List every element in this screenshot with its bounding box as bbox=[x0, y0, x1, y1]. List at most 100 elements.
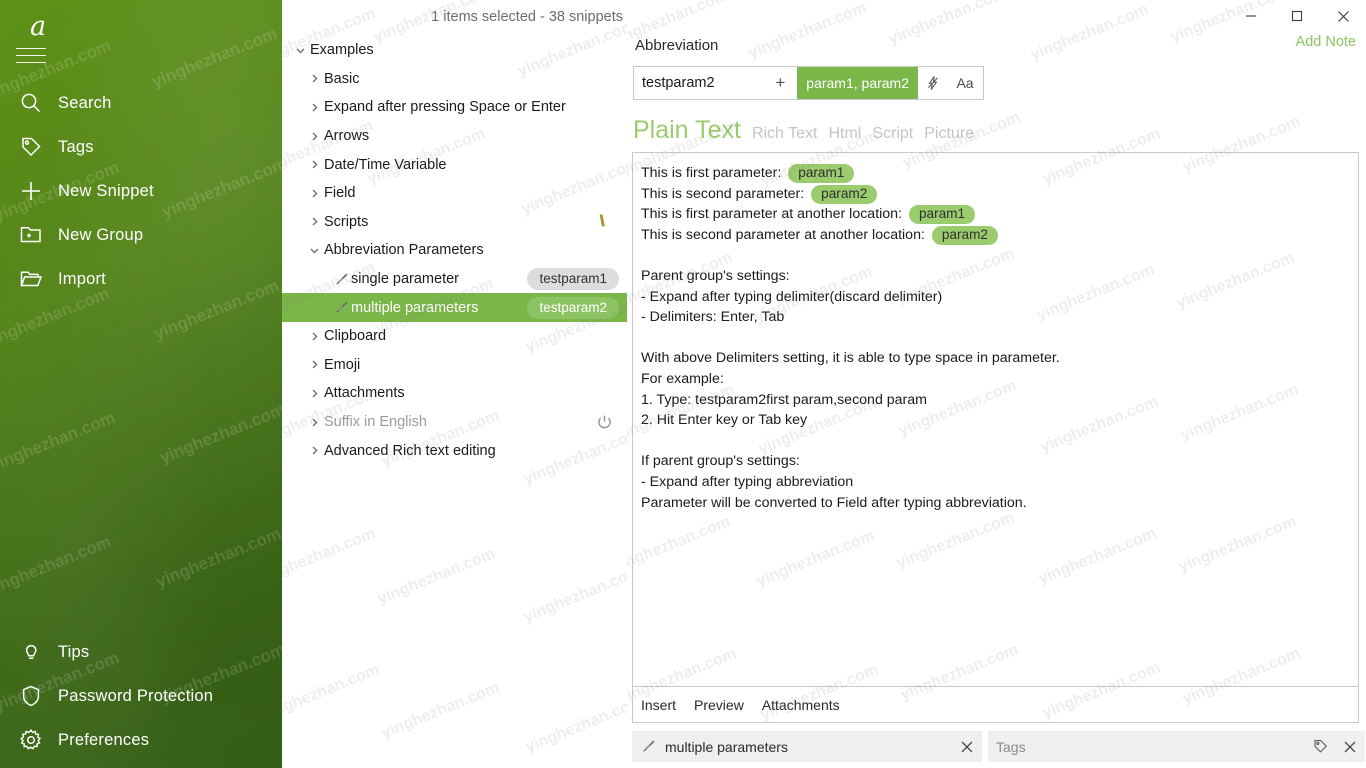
insert-button[interactable]: Insert bbox=[641, 697, 676, 713]
tree-row-emoji[interactable]: Emoji bbox=[282, 351, 627, 380]
tree-row-abbreviation-badge: testparam2 bbox=[527, 296, 619, 319]
power-icon[interactable] bbox=[596, 414, 613, 431]
chevron-right-icon[interactable] bbox=[304, 416, 324, 429]
abbreviation-params-chip[interactable]: param1, param2 bbox=[797, 67, 918, 99]
sidebar-item-tips[interactable]: Tips bbox=[0, 630, 282, 674]
tab-rich-text[interactable]: Rich Text bbox=[752, 125, 818, 143]
chevron-right-icon[interactable] bbox=[304, 358, 324, 371]
chevron-right-icon[interactable] bbox=[304, 215, 324, 228]
sidebar-item-password-protection[interactable]: Password Protection bbox=[0, 674, 282, 718]
maximize-button[interactable] bbox=[1274, 0, 1320, 32]
lightning-disabled-icon[interactable] bbox=[918, 67, 947, 99]
tree-row-label: Expand after pressing Space or Enter bbox=[324, 99, 566, 116]
hamburger-line bbox=[16, 62, 46, 63]
sidebar-item-tags[interactable]: Tags bbox=[0, 125, 282, 169]
sidebar: a Search Tags New Snippet New Group Impo… bbox=[0, 0, 282, 768]
editor-line: If parent group's settings: bbox=[641, 453, 800, 470]
snippet-name-field[interactable]: multiple parameters bbox=[632, 731, 982, 762]
content-type-tabs: Plain Text Rich Text Html Script Picture bbox=[633, 116, 974, 145]
tree-row-expand-after-space[interactable]: Expand after pressing Space or Enter bbox=[282, 93, 627, 122]
close-icon[interactable] bbox=[1335, 740, 1365, 754]
minimize-button[interactable] bbox=[1228, 0, 1274, 32]
tab-html[interactable]: Html bbox=[828, 125, 861, 143]
tab-script[interactable]: Script bbox=[872, 125, 913, 143]
tree-row-datetime-variable[interactable]: Date/Time Variable bbox=[282, 150, 627, 179]
case-sensitivity-toggle[interactable]: Aa bbox=[947, 67, 983, 99]
tree-row-abbreviation-badge: testparam1 bbox=[527, 268, 619, 291]
editor-line: Parent group's settings: bbox=[641, 267, 790, 284]
chevron-right-icon[interactable] bbox=[304, 330, 324, 343]
preview-button[interactable]: Preview bbox=[694, 697, 744, 713]
tree-row-label: Scripts bbox=[324, 213, 369, 230]
tree-row-examples[interactable]: Examples bbox=[282, 36, 627, 65]
tree-row-attachments[interactable]: Attachments bbox=[282, 379, 627, 408]
watermark: yinghezhan.com bbox=[157, 399, 282, 468]
editor-line: For example: bbox=[641, 370, 724, 387]
hamburger-menu-icon[interactable] bbox=[16, 45, 46, 69]
chevron-right-icon[interactable] bbox=[304, 72, 324, 85]
tree-row-suffix-in-english[interactable]: Suffix in English bbox=[282, 408, 627, 437]
tree-row-clipboard[interactable]: Clipboard bbox=[282, 322, 627, 351]
bottom-fields: multiple parameters Tags bbox=[632, 731, 1365, 762]
plus-icon bbox=[18, 178, 58, 204]
sidebar-item-search[interactable]: Search bbox=[0, 81, 282, 125]
tag-icon bbox=[18, 134, 58, 160]
sidebar-item-import[interactable]: Import bbox=[0, 257, 282, 301]
tree-row-arrows[interactable]: Arrows bbox=[282, 122, 627, 151]
tag-icon[interactable] bbox=[1305, 738, 1335, 755]
param-tag: param1 bbox=[908, 205, 976, 225]
sidebar-item-new-group[interactable]: New Group bbox=[0, 213, 282, 257]
chevron-right-icon[interactable] bbox=[304, 387, 324, 400]
editor-line-text: This is first parameter at another locat… bbox=[641, 206, 906, 223]
chevron-right-icon[interactable] bbox=[304, 444, 324, 457]
tree-row-single-parameter[interactable]: single parameter testparam1 bbox=[282, 265, 627, 294]
sidebar-item-preferences[interactable]: Preferences bbox=[0, 718, 282, 762]
window-controls bbox=[1228, 0, 1366, 32]
chevron-down-icon[interactable] bbox=[304, 244, 324, 257]
chevron-down-icon[interactable] bbox=[290, 44, 310, 57]
add-note-button[interactable]: Add Note bbox=[1296, 34, 1356, 50]
watermark: yinghezhan.com bbox=[153, 523, 282, 592]
tab-plain-text[interactable]: Plain Text bbox=[633, 116, 741, 145]
editor-footer: Insert Preview Attachments bbox=[632, 687, 1359, 723]
tree-row-label: Suffix in English bbox=[324, 414, 427, 431]
tree-row-label: single parameter bbox=[351, 271, 459, 288]
chevron-right-icon[interactable] bbox=[304, 130, 324, 143]
param-tag: param2 bbox=[931, 225, 998, 245]
close-icon[interactable] bbox=[952, 740, 982, 754]
chevron-right-icon[interactable] bbox=[304, 101, 324, 114]
sidebar-item-new-snippet[interactable]: New Snippet bbox=[0, 169, 282, 213]
tree-row-advanced-rich-text-editing[interactable]: Advanced Rich text editing bbox=[282, 436, 627, 465]
sidebar-item-label: Tips bbox=[58, 642, 90, 661]
tree-row-basic[interactable]: Basic bbox=[282, 65, 627, 94]
tree-row-label: Basic bbox=[324, 70, 360, 87]
tree-row-multiple-parameters[interactable]: multiple parameters testparam2 bbox=[282, 293, 627, 322]
tree-row-label: Clipboard bbox=[324, 328, 387, 345]
abbreviation-input[interactable]: testparam2 bbox=[634, 67, 763, 99]
tree-row-label: Field bbox=[324, 185, 356, 202]
tab-picture[interactable]: Picture bbox=[924, 125, 974, 143]
tree-row-scripts[interactable]: Scripts \ bbox=[282, 208, 627, 237]
watermark: yinghezhan.com bbox=[523, 693, 627, 756]
editor-line: - Delimiters: Enter, Tab bbox=[641, 309, 785, 326]
editor-line-text: This is second parameter: bbox=[641, 185, 809, 202]
chevron-right-icon[interactable] bbox=[304, 187, 324, 200]
close-button[interactable] bbox=[1320, 0, 1366, 32]
param-tag: param2 bbox=[811, 184, 878, 204]
tags-field[interactable]: Tags bbox=[988, 731, 1365, 762]
chevron-right-icon[interactable] bbox=[304, 158, 324, 171]
attachments-button[interactable]: Attachments bbox=[762, 697, 840, 713]
snippet-detail-panel: Add Note Abbreviation testparam2 + param… bbox=[627, 0, 1366, 768]
watermark: yinghezhan.com bbox=[0, 531, 114, 600]
watermark: yinghezhan.com bbox=[282, 661, 382, 724]
sidebar-item-label: New Group bbox=[58, 225, 144, 244]
tree-status-text: 1 items selected - 38 snippets bbox=[431, 9, 623, 25]
tree-row-abbreviation-parameters[interactable]: Abbreviation Parameters bbox=[282, 236, 627, 265]
watermark: yinghezhan.com bbox=[379, 679, 502, 742]
backslash-marker-icon: \ bbox=[600, 212, 605, 230]
editor-line: 2. Hit Enter key or Tab key bbox=[641, 412, 808, 429]
tree-row-label: Abbreviation Parameters bbox=[324, 242, 484, 259]
add-abbreviation-button[interactable]: + bbox=[763, 67, 797, 99]
snippet-content-editor[interactable]: This is first parameter: param1 This is … bbox=[632, 152, 1359, 687]
tree-row-field[interactable]: Field bbox=[282, 179, 627, 208]
